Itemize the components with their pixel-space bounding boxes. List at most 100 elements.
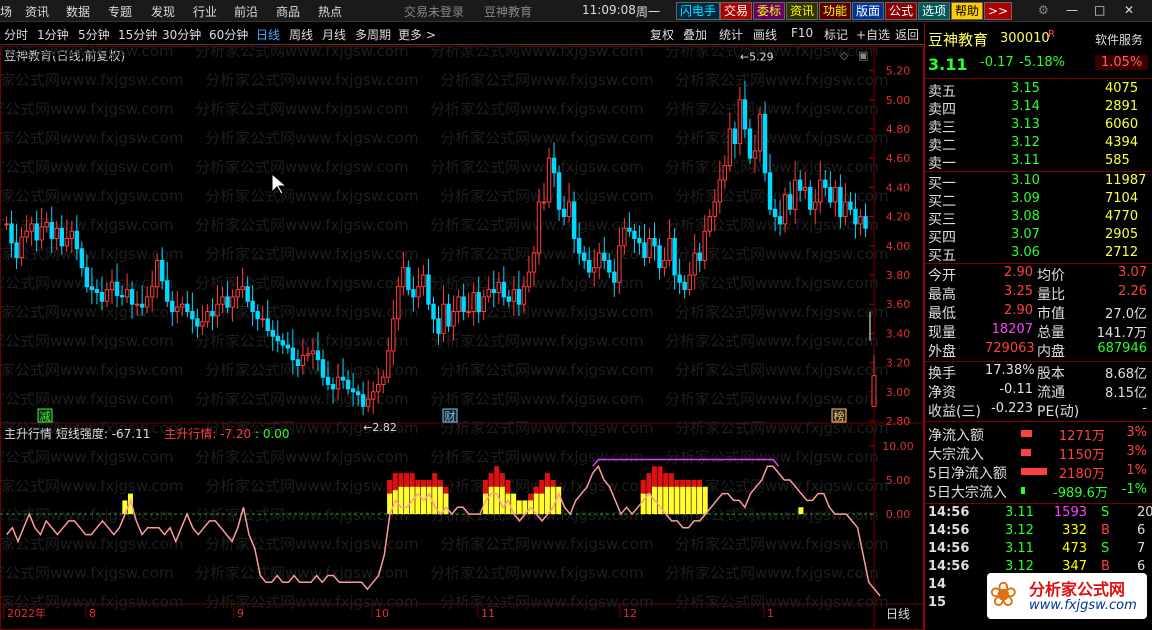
- toolbar-button[interactable]: 帮助: [951, 2, 984, 20]
- high-price-label: ←5.29: [740, 50, 774, 63]
- toolbar-button[interactable]: 版面: [852, 2, 885, 20]
- period-tab[interactable]: 月线: [322, 26, 346, 43]
- watermark-text: 分析家公式网www.fxjgsw.com: [0, 361, 184, 379]
- event-marker[interactable]: 榜: [831, 408, 847, 423]
- flow-bar: [1021, 468, 1047, 475]
- period-tab[interactable]: 1分钟: [37, 26, 69, 43]
- watermark-text: 分析家公式网www.fxjgsw.com: [195, 390, 409, 408]
- bid-volume: 11987: [1105, 173, 1147, 188]
- menu-item[interactable]: 商品: [276, 3, 300, 20]
- menu-item[interactable]: 发现: [151, 3, 175, 20]
- kline-chart[interactable]: 分析家公式网www.fxjgsw.com 分析家公式网www.fxjgsw.com…: [0, 46, 924, 630]
- indicator-bar-yellow: [404, 486, 410, 515]
- diamond-icon[interactable]: ◇: [840, 49, 849, 62]
- bid-price: 3.07: [1011, 227, 1040, 242]
- indicator-value: 主升行情: -7.20: [164, 427, 252, 441]
- indicator-bar-yellow: [691, 486, 697, 515]
- flow-bar: [1021, 487, 1025, 494]
- period-tab[interactable]: 分时: [4, 26, 28, 43]
- indicator-bar-yellow: [798, 507, 804, 515]
- stat-value: 141.7万: [1096, 326, 1147, 341]
- watermark-text: 分析家公式网www.fxjgsw.com: [430, 564, 644, 582]
- event-marker[interactable]: 减: [37, 408, 53, 423]
- menu-item[interactable]: 数据: [66, 3, 90, 20]
- watermark-text: 分析家公式网www.fxjgsw.com: [430, 46, 644, 60]
- window-toggle-icon[interactable]: ▣: [858, 49, 868, 62]
- candlestick: [808, 180, 813, 216]
- flow-label: 净流入额: [928, 428, 984, 444]
- candlestick: [431, 296, 436, 334]
- chart-tool-button[interactable]: 叠加: [683, 26, 707, 43]
- toolbar-button[interactable]: 资讯: [786, 2, 819, 20]
- ask-price: 3.11: [1011, 153, 1040, 168]
- chart-tool-button[interactable]: F10: [791, 26, 813, 40]
- ask-price: 3.14: [1011, 99, 1040, 114]
- period-tab[interactable]: 30分钟: [162, 26, 201, 43]
- price-tick-label: 3.60: [886, 298, 911, 311]
- menu-item[interactable]: 热点: [318, 3, 342, 20]
- stat-label: 换手: [928, 366, 956, 382]
- gear-icon[interactable]: ⚙: [1038, 3, 1049, 17]
- chart-tool-button[interactable]: +自选: [856, 26, 890, 43]
- menu-item[interactable]: 资讯: [25, 3, 49, 20]
- tick-side: B: [1101, 523, 1110, 538]
- stat-label: 总量: [1037, 325, 1065, 341]
- stat-label: 市值: [1037, 306, 1065, 322]
- period-tab[interactable]: 周线: [289, 26, 313, 43]
- menu-item[interactable]: 前沿: [234, 3, 258, 20]
- price-tick-label: 5.20: [886, 65, 911, 78]
- ask-row: 卖五 3.15 4075: [925, 81, 1152, 100]
- low-price-label: ←2.82: [363, 421, 397, 434]
- watermark-text: 分析家公式网www.fxjgsw.com: [675, 303, 889, 321]
- stat-value: 729063: [985, 341, 1035, 356]
- watermark-text: 分析家公式网www.fxjgsw.com: [195, 216, 409, 234]
- flow-label: 5日大宗流入: [928, 485, 1007, 501]
- chart-tool-button[interactable]: 返回: [895, 26, 919, 43]
- menu-item[interactable]: 场: [0, 3, 12, 20]
- menu-item[interactable]: 行业: [193, 3, 217, 20]
- tick-count: 20: [1137, 505, 1152, 520]
- toolbar-button[interactable]: 选项: [918, 2, 951, 20]
- period-tab[interactable]: 多周期: [355, 26, 391, 43]
- ask-row: 卖三 3.13 6060: [925, 117, 1152, 136]
- chart-tool-button[interactable]: 复权: [650, 26, 674, 43]
- ask-row: 卖二 3.12 4394: [925, 135, 1152, 154]
- stat-value: -: [1142, 401, 1147, 416]
- indicator-bar-yellow: [443, 493, 449, 515]
- toolbar-button[interactable]: 闪电手: [676, 2, 721, 20]
- logo-star-icon: ❀: [989, 575, 1018, 615]
- chart-tool-button[interactable]: 统计: [719, 26, 743, 43]
- toolbar-button[interactable]: 公式: [885, 2, 918, 20]
- stats-row: 收益(三) -0.223 PE(动) -: [925, 401, 1152, 420]
- chart-tool-button[interactable]: 标记: [824, 26, 848, 43]
- period-tab[interactable]: 日线: [256, 26, 280, 43]
- period-tab[interactable]: 60分钟: [209, 26, 248, 43]
- watermark-text: 分析家公式网www.fxjgsw.com: [0, 332, 174, 350]
- minimize-icon[interactable]: —: [1066, 3, 1078, 17]
- close-icon[interactable]: ✕: [1124, 3, 1134, 17]
- stat-value: 17.38%: [985, 363, 1035, 378]
- period-tab[interactable]: 15分钟: [118, 26, 157, 43]
- tick-volume: 347: [1062, 559, 1087, 574]
- toolbar-button[interactable]: 交易: [720, 2, 753, 20]
- candlestick: [757, 107, 763, 163]
- chart-tool-button[interactable]: 画线: [753, 26, 777, 43]
- candlestick: [426, 258, 431, 311]
- weekday: 周一: [636, 5, 661, 19]
- login-status[interactable]: 交易未登录: [404, 3, 464, 20]
- period-tab[interactable]: 5分钟: [78, 26, 110, 43]
- toolbar-button[interactable]: 功能: [819, 2, 852, 20]
- ask-volume: 6060: [1105, 117, 1139, 132]
- tick-price: 3.12: [1005, 559, 1034, 574]
- watermark-text: 分析家公式网www.fxjgsw.com: [0, 564, 174, 582]
- tick-time: 15: [928, 595, 947, 610]
- stat-label: 最高: [928, 287, 956, 303]
- watermark-text: 分析家公式网www.fxjgsw.com: [440, 361, 654, 379]
- maximize-icon[interactable]: □: [1094, 3, 1105, 17]
- event-marker[interactable]: 财: [442, 408, 458, 423]
- toolbar-button[interactable]: 委标: [753, 2, 786, 20]
- toolbar-button[interactable]: >>: [984, 2, 1013, 20]
- menu-item[interactable]: 专题: [108, 3, 132, 20]
- period-tab[interactable]: 更多 >: [398, 26, 436, 43]
- bid-volume: 7104: [1105, 191, 1139, 206]
